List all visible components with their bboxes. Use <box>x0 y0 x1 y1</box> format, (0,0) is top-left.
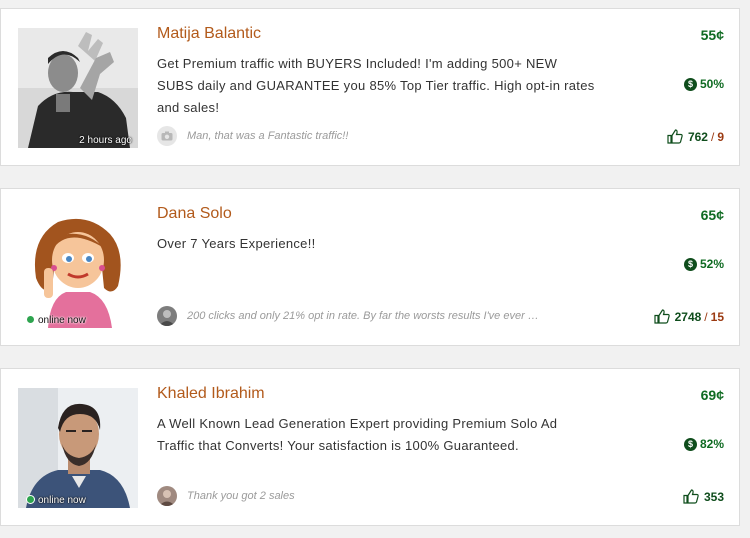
seller-name-link[interactable]: Khaled Ibrahim <box>157 385 265 403</box>
online-indicator-icon <box>26 315 35 324</box>
price-per-click: 55¢ <box>700 27 724 43</box>
latest-review: 200 clicks and only 21% opt in rate. By … <box>157 306 597 326</box>
review-text: Man, that was a Fantastic traffic!! <box>187 130 349 142</box>
reviewer-avatar <box>157 306 177 326</box>
last-seen-label: 2 hours ago <box>79 135 132 146</box>
negative-votes: 9 <box>717 129 724 144</box>
seller-card[interactable]: 2 hours ago Matija Balantic Get Premium … <box>0 8 740 166</box>
seller-photo <box>18 388 138 508</box>
vote-count[interactable]: 2748 / 15 <box>653 309 724 324</box>
online-indicator-icon <box>26 495 35 504</box>
vote-count[interactable]: 762 / 9 <box>667 129 724 144</box>
camera-icon <box>157 126 177 146</box>
thumbs-up-icon <box>683 489 699 504</box>
review-text: 200 clicks and only 21% opt in rate. By … <box>187 310 539 322</box>
thumbs-up-icon <box>667 129 683 144</box>
dollar-badge-icon: $ <box>683 257 697 271</box>
positive-votes: 762 <box>687 129 708 144</box>
seller-card[interactable]: online now Dana Solo Over 7 Years Experi… <box>0 188 740 346</box>
seller-avatar[interactable]: online now <box>18 208 138 328</box>
top-tier-percentage: $ 82% <box>683 437 724 451</box>
seller-description: Over 7 Years Experience!! <box>157 236 316 251</box>
tier-value: 50% <box>699 77 724 91</box>
seller-description: A Well Known Lead Generation Expert prov… <box>157 416 558 453</box>
vote-count[interactable]: 353 <box>683 489 724 504</box>
online-status-label: online now <box>38 315 86 326</box>
positive-votes: 2748 <box>674 309 702 324</box>
seller-avatar[interactable]: 2 hours ago <box>18 28 138 148</box>
dollar-badge-icon: $ <box>683 77 697 91</box>
reviewer-avatar <box>157 486 177 506</box>
vote-separator: / <box>704 309 708 324</box>
top-tier-percentage: $ 50% <box>683 77 724 91</box>
online-status: online now <box>18 315 138 326</box>
top-tier-percentage: $ 52% <box>683 257 724 271</box>
tier-value: 52% <box>699 257 724 271</box>
latest-review: Man, that was a Fantastic traffic!! <box>157 126 597 146</box>
seller-card[interactable]: online now Khaled Ibrahim A Well Known L… <box>0 368 740 526</box>
seller-description: Get Premium traffic with BUYERS Included… <box>157 56 595 115</box>
seller-photo <box>18 208 138 328</box>
price-per-click: 65¢ <box>700 207 724 223</box>
seller-name-link[interactable]: Matija Balantic <box>157 25 261 43</box>
tier-value: 82% <box>699 437 724 451</box>
thumbs-up-icon <box>653 309 670 324</box>
price-per-click: 69¢ <box>700 387 724 403</box>
review-text: Thank you got 2 sales <box>187 490 295 502</box>
seller-name-link[interactable]: Dana Solo <box>157 205 232 223</box>
online-status-label: online now <box>38 495 86 506</box>
negative-votes: 15 <box>710 309 724 324</box>
seller-avatar[interactable]: online now <box>18 388 138 508</box>
dollar-badge-icon: $ <box>683 437 697 451</box>
online-status: online now <box>18 495 138 506</box>
seller-photo <box>18 28 138 148</box>
positive-votes: 353 <box>703 489 724 504</box>
vote-separator: / <box>710 129 715 144</box>
latest-review: Thank you got 2 sales <box>157 486 597 506</box>
